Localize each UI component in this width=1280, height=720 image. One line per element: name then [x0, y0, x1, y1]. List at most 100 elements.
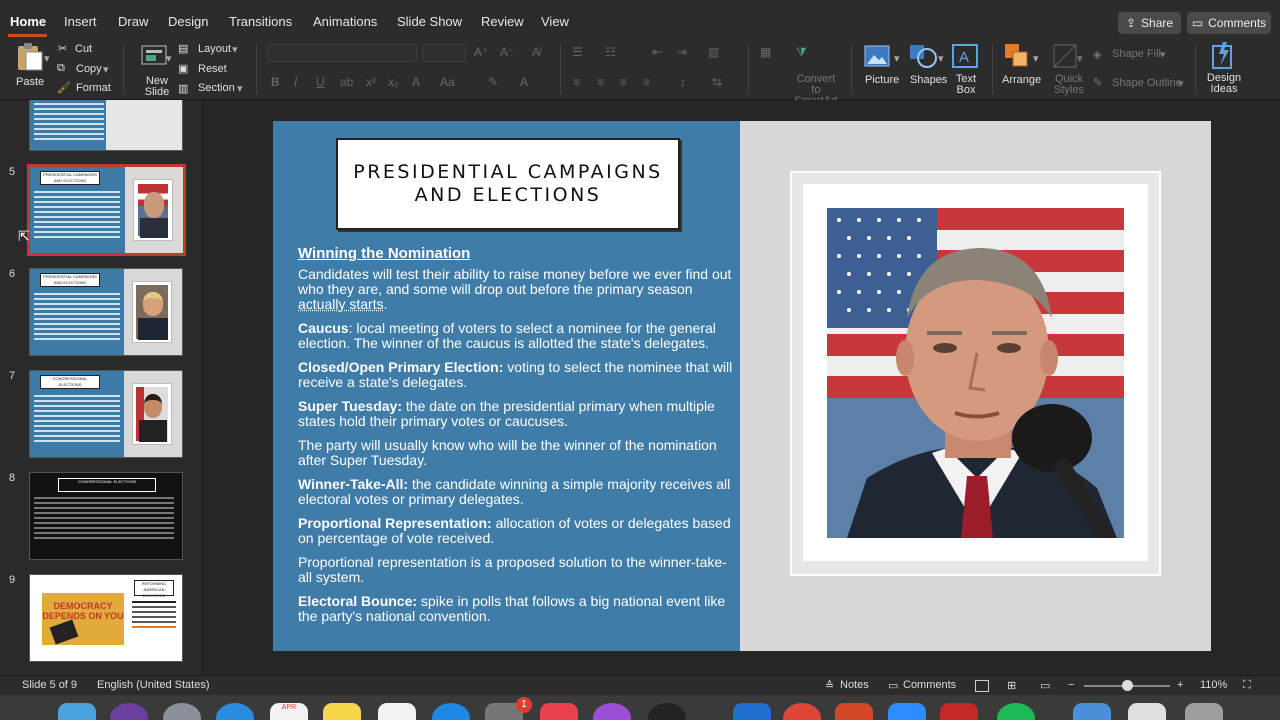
tab-draw[interactable]: Draw: [118, 14, 148, 29]
increase-font-size-icon[interactable]: A⁺: [474, 45, 488, 59]
text-direction-icon[interactable]: ⇆: [712, 75, 722, 89]
tab-insert[interactable]: Insert: [64, 14, 97, 29]
spotify-icon[interactable]: [997, 703, 1035, 720]
zoom-in-icon[interactable]: +: [1177, 679, 1183, 691]
tab-view[interactable]: View: [541, 14, 569, 29]
shape-fill-button[interactable]: Shape Fill: [1112, 48, 1161, 60]
calendar-icon[interactable]: APR: [270, 703, 308, 720]
text-effects-icon[interactable]: A: [412, 75, 420, 89]
stocks-icon[interactable]: [648, 703, 686, 720]
design-ideas-button[interactable]: Design Ideas: [1204, 40, 1244, 98]
finder-icon[interactable]: [58, 703, 96, 720]
paste-button[interactable]: Paste: [12, 42, 48, 92]
highlight-icon[interactable]: ✎: [488, 75, 498, 89]
copy-button[interactable]: Copy: [76, 63, 102, 75]
quick-styles-button[interactable]: Quick Styles: [1047, 42, 1087, 98]
reading-view-icon[interactable]: ▭: [1040, 679, 1050, 692]
notes-button[interactable]: Notes: [840, 679, 869, 691]
cut-button[interactable]: Cut: [75, 43, 92, 55]
layout-dropdown-icon[interactable]: ▾: [232, 43, 238, 56]
siri-icon[interactable]: [110, 703, 148, 720]
tab-review[interactable]: Review: [481, 14, 524, 29]
tab-slide-show[interactable]: Slide Show: [397, 14, 462, 29]
zoom-level[interactable]: 110%: [1200, 679, 1227, 691]
powerpoint-icon[interactable]: [835, 703, 873, 720]
shapes-dropdown-icon[interactable]: ▾: [938, 52, 944, 65]
word-icon[interactable]: [733, 703, 771, 720]
tab-animations[interactable]: Animations: [313, 14, 377, 29]
shape-outline-dropdown-icon[interactable]: ▾: [1178, 77, 1184, 90]
font-color-icon[interactable]: A: [520, 75, 528, 89]
comments-status-button[interactable]: Comments: [903, 679, 956, 691]
notes-app-icon[interactable]: [323, 703, 361, 720]
align-left-icon[interactable]: ≡: [573, 75, 580, 89]
candidate-photo[interactable]: [827, 208, 1124, 538]
safari-icon[interactable]: [216, 703, 254, 720]
font-size-combobox[interactable]: [422, 44, 466, 62]
tab-home[interactable]: Home: [10, 14, 46, 29]
slide-title-box[interactable]: PRESIDENTIAL CAMPAIGNS AND ELECTIONS: [336, 138, 680, 230]
app-store-icon[interactable]: [432, 703, 470, 720]
align-right-icon[interactable]: ≡: [620, 75, 627, 89]
superscript-icon[interactable]: x²: [366, 75, 376, 89]
underline-icon[interactable]: U: [316, 75, 325, 89]
share-button[interactable]: ⇪ Share: [1118, 12, 1181, 34]
decrease-font-size-icon[interactable]: A⁻: [500, 45, 514, 59]
new-slide-button[interactable]: New Slide: [136, 42, 172, 98]
increase-indent-icon[interactable]: ⇥: [677, 45, 687, 59]
arrange-dropdown-icon[interactable]: ▾: [1033, 52, 1039, 65]
picture-dropdown-icon[interactable]: ▾: [894, 52, 900, 65]
slide-thumbnail-6[interactable]: PRESIDENTIAL CAMPAIGNS AND ELECTIONS: [29, 268, 183, 356]
trash-icon[interactable]: [1185, 703, 1223, 720]
slide-body-text[interactable]: Winning the Nomination Candidates will t…: [298, 246, 738, 633]
zoom-slider-thumb[interactable]: [1122, 680, 1133, 691]
shape-fill-dropdown-icon[interactable]: ▾: [1160, 48, 1166, 61]
picture-button[interactable]: Picture: [862, 42, 902, 98]
slide-thumbnail-4[interactable]: [29, 100, 183, 151]
numbering-icon[interactable]: ☷: [605, 45, 616, 59]
tab-design[interactable]: Design: [168, 14, 208, 29]
layout-button[interactable]: Layout: [198, 43, 231, 55]
format-painter-button[interactable]: Format: [76, 82, 111, 94]
launchpad-icon[interactable]: [163, 703, 201, 720]
decrease-indent-icon[interactable]: ⇤: [652, 45, 662, 59]
slide-editing-area[interactable]: PRESIDENTIAL CAMPAIGNS AND ELECTIONS Win…: [204, 100, 1280, 675]
zoom-slider[interactable]: [1084, 680, 1170, 691]
photo-frame[interactable]: [790, 171, 1161, 576]
chrome-icon[interactable]: [783, 703, 821, 720]
justify-icon[interactable]: ≡: [643, 75, 650, 89]
italic-icon[interactable]: I: [294, 75, 297, 89]
section-dropdown-icon[interactable]: ▾: [237, 82, 243, 95]
new-slide-dropdown-icon[interactable]: ▾: [166, 52, 172, 65]
text-box-button[interactable]: A Text Box: [950, 42, 982, 98]
shapes-button[interactable]: Shapes: [907, 42, 947, 98]
zoom-app-icon[interactable]: [888, 703, 926, 720]
reminders-icon[interactable]: [378, 703, 416, 720]
align-center-icon[interactable]: ≡: [597, 75, 604, 89]
comments-button[interactable]: ▭ Comments: [1187, 12, 1271, 34]
shape-outline-button[interactable]: Shape Outline: [1112, 77, 1182, 89]
subscript-icon[interactable]: x₂: [388, 75, 399, 89]
copy-dropdown-icon[interactable]: ▾: [103, 63, 109, 76]
section-button[interactable]: Section: [198, 82, 235, 94]
slide-thumbnail-7[interactable]: CONGRESSIONAL ELECTIONS: [29, 370, 183, 458]
slide-canvas[interactable]: PRESIDENTIAL CAMPAIGNS AND ELECTIONS Win…: [273, 121, 1211, 651]
paste-dropdown-icon[interactable]: ▾: [44, 52, 50, 65]
language-indicator[interactable]: English (United States): [97, 679, 210, 691]
acrobat-icon[interactable]: [940, 703, 978, 720]
reset-button[interactable]: Reset: [198, 63, 227, 75]
quick-styles-dropdown-icon[interactable]: ▾: [1077, 52, 1083, 65]
podcasts-icon[interactable]: [593, 703, 631, 720]
arrange-button[interactable]: Arrange: [1000, 42, 1042, 98]
fit-to-window-icon[interactable]: ⛶: [1243, 679, 1251, 692]
clear-formatting-icon[interactable]: A̸: [532, 45, 540, 59]
change-case-icon[interactable]: Aa: [440, 75, 455, 89]
downloads-folder-icon[interactable]: [1073, 703, 1111, 720]
columns-icon[interactable]: ▥: [708, 45, 719, 59]
bold-icon[interactable]: B: [271, 75, 280, 89]
line-spacing-icon[interactable]: ↕: [680, 75, 686, 89]
documents-stack-icon[interactable]: [1128, 703, 1166, 720]
strikethrough-icon[interactable]: ab: [340, 75, 353, 89]
bullets-icon[interactable]: ☰: [572, 45, 583, 59]
slide-sorter-icon[interactable]: ⊞: [1007, 679, 1016, 692]
